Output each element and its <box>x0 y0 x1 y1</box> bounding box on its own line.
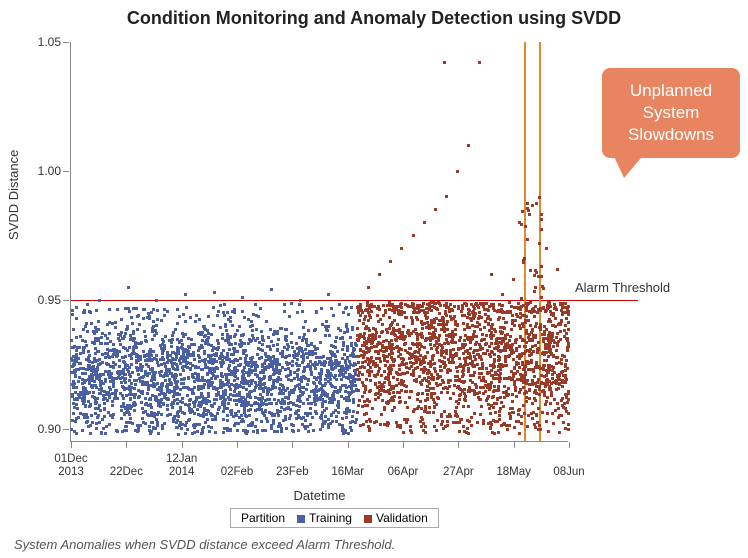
xtick-label: 08Jun <box>545 466 593 479</box>
xtick-label: 06Apr <box>379 466 427 479</box>
alarm-threshold-label: Alarm Threshold <box>575 280 670 295</box>
xtick-label: 22Dec <box>102 466 150 479</box>
annotation-callout: Unplanned System Slowdowns <box>602 68 740 158</box>
x-axis-label: Datetime <box>71 488 568 503</box>
xtick-label: 12Jan 2014 <box>158 453 206 479</box>
ytick-label: 0.90 <box>26 422 61 436</box>
legend-title: Partition <box>241 511 285 525</box>
ytick-label: 1.05 <box>26 35 61 49</box>
chart-title: Condition Monitoring and Anomaly Detecti… <box>0 0 748 29</box>
xtick-label: 02Feb <box>213 466 261 479</box>
xtick-label: 18May <box>490 466 538 479</box>
ytick-label: 0.95 <box>26 293 61 307</box>
legend-item-validation: Validation <box>364 511 428 525</box>
xtick-label: 01Dec 2013 <box>47 453 95 479</box>
footnote: System Anomalies when SVDD distance exce… <box>14 537 395 552</box>
y-axis-label: SVDD Distance <box>6 150 21 240</box>
legend: Partition Training Validation <box>230 508 439 528</box>
legend-swatch-training <box>297 515 305 523</box>
ytick-label: 1.00 <box>26 164 61 178</box>
legend-item-training: Training <box>297 511 352 525</box>
xtick-label: 16Mar <box>324 466 372 479</box>
xtick-label: 27Apr <box>434 466 482 479</box>
plot-area: 0.900.951.001.0501Dec 201322Dec12Jan 201… <box>70 42 568 442</box>
xtick-label: 23Feb <box>268 466 316 479</box>
legend-swatch-validation <box>364 515 372 523</box>
plot-canvas: 0.900.951.001.0501Dec 201322Dec12Jan 201… <box>71 42 568 441</box>
